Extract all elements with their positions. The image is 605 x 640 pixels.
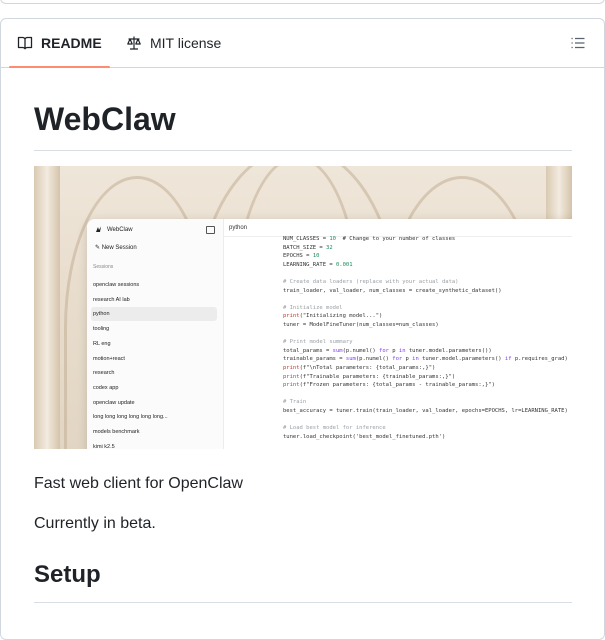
- readme-card: README MIT license WebClaw WebClaw ✎ New…: [0, 18, 605, 640]
- code-line: NUM_CLASSES = 10 # Change to your number…: [283, 236, 456, 242]
- session-item: python: [91, 307, 217, 322]
- tab-readme[interactable]: README: [9, 19, 110, 68]
- session-item: kimi k2.5: [93, 443, 115, 449]
- code-line: BATCH_SIZE = 32: [283, 244, 333, 251]
- code-line: best_accuracy = tuner.train(train_loader…: [283, 407, 568, 414]
- app-brand: WebClaw: [95, 226, 133, 233]
- session-item: openclaw sessions: [93, 282, 140, 288]
- code-line: print(f"Trainable parameters: {trainable…: [283, 373, 456, 380]
- code-line: total_params = sum(p.numel() for p in tu…: [283, 347, 492, 354]
- code-line: train_loader, val_loader, num_classes = …: [283, 287, 502, 294]
- tab-readme-label: README: [41, 35, 102, 51]
- code-line: # Initialize model: [283, 304, 343, 311]
- code-line: # Load best model for inference: [283, 425, 386, 432]
- session-item: RL eng: [93, 340, 111, 347]
- code-line: print("Initializing model..."): [283, 313, 383, 320]
- setup-divider: [34, 602, 572, 603]
- book-icon: [17, 35, 33, 51]
- session-item: models benchmark: [93, 429, 140, 435]
- heading-divider: [34, 150, 572, 151]
- previous-card: [0, 0, 605, 4]
- beta-paragraph: Currently in beta.: [34, 515, 156, 532]
- tab-license-label: MIT license: [150, 35, 222, 51]
- list-icon[interactable]: [570, 35, 586, 51]
- code-block: NUM_CLASSES = 10 # Change to your number…: [283, 235, 572, 441]
- app-brand-label: WebClaw: [107, 226, 133, 233]
- sessions-heading: Sessions: [93, 264, 114, 270]
- session-item: motion+react: [93, 355, 125, 362]
- code-line: LEARNING_RATE = 0.001: [283, 261, 353, 268]
- scale-icon: [126, 35, 142, 51]
- code-line: trainable_params = sum(p.numel() for p i…: [283, 356, 568, 363]
- code-line: # Train: [283, 399, 307, 406]
- webclaw-app-window: WebClaw ✎ New Session Sessions openclaw …: [87, 219, 572, 449]
- code-line: tuner = ModelFineTuner(num_classes=num_c…: [283, 321, 439, 328]
- session-item: research: [93, 370, 115, 377]
- new-session-button: ✎ New Session: [95, 245, 137, 251]
- tab-license[interactable]: MIT license: [126, 19, 221, 67]
- session-item: research AI lab: [93, 296, 130, 303]
- setup-heading: Setup: [34, 561, 101, 588]
- app-active-tab: python: [229, 225, 248, 231]
- code-line: # Create data loaders (replace with your…: [283, 278, 459, 285]
- readme-tabbar: README MIT license: [1, 19, 604, 68]
- session-item: codex app: [93, 384, 119, 391]
- session-item: long long long long long long...: [93, 414, 168, 421]
- new-session-label: New Session: [101, 245, 137, 251]
- code-line: tuner.load_checkpoint('best_model_finetu…: [283, 433, 446, 440]
- code-line: print(f"Frozen parameters: {total_params…: [283, 382, 495, 389]
- app-sidebar: WebClaw ✎ New Session Sessions openclaw …: [87, 219, 224, 449]
- readme-title: WebClaw: [34, 101, 176, 137]
- session-item: tooling: [93, 326, 110, 333]
- claw-logo-icon: [95, 226, 102, 233]
- sidebar-toggle-icon: [206, 226, 215, 234]
- code-line: print(f"\nTotal parameters: {total_param…: [283, 364, 436, 371]
- session-item: openclaw update: [93, 399, 135, 406]
- app-screenshot-image: WebClaw ✎ New Session Sessions openclaw …: [34, 166, 572, 449]
- code-line: # Print model summary: [283, 339, 353, 346]
- description-paragraph: Fast web client for OpenClaw: [34, 475, 243, 492]
- code-line: EPOCHS = 10: [283, 253, 320, 260]
